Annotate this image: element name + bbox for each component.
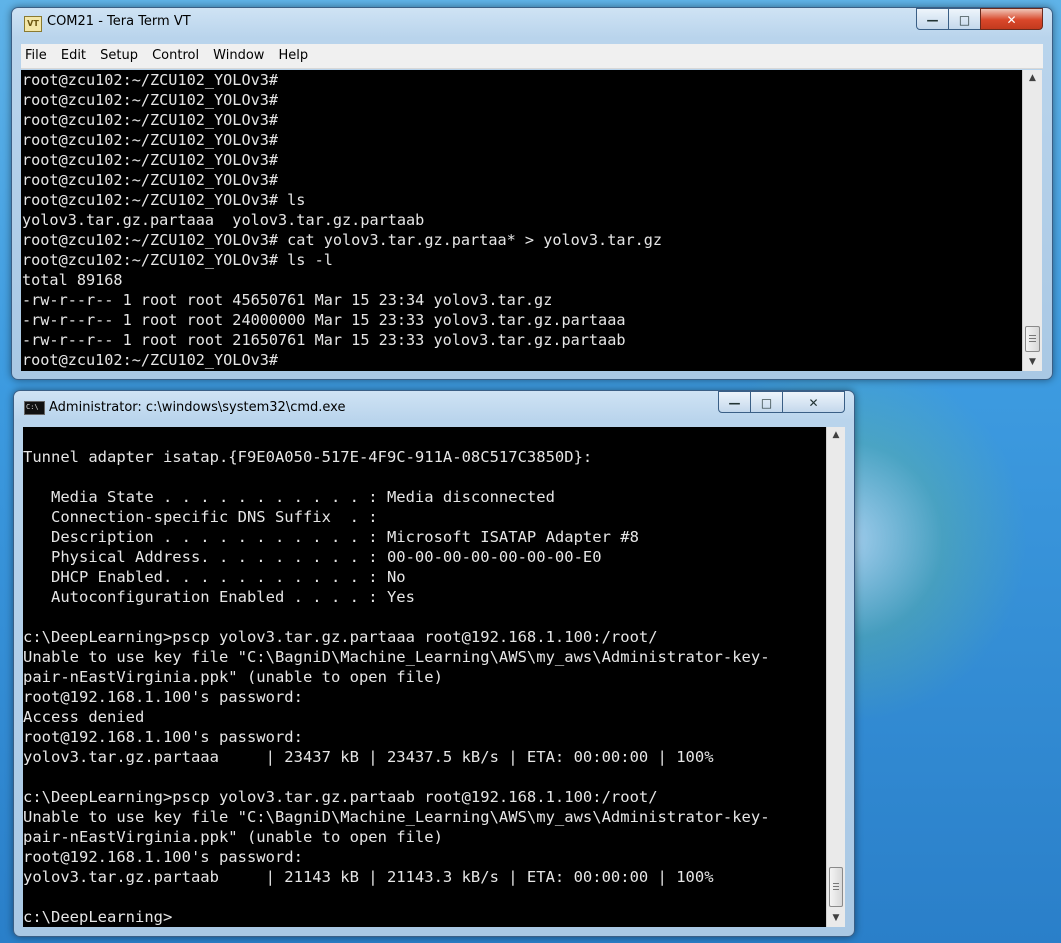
terminal-line: root@zcu102:~/ZCU102_YOLOv3# (22, 131, 279, 149)
cmd-app-icon: C:\ (24, 401, 45, 415)
menu-file[interactable]: File (21, 44, 51, 63)
console-line: Physical Address. . . . . . . . . : 00-0… (23, 548, 602, 566)
console-line: c:\DeepLearning>pscp yolov3.tar.gz.parta… (23, 628, 658, 646)
cmd-maximize-button[interactable]: □ (750, 391, 783, 413)
tera-term-icon-label: VT (27, 19, 39, 28)
terminal-line: root@zcu102:~/ZCU102_YOLOv3# ls -l (22, 251, 333, 269)
maximize-icon: □ (760, 396, 773, 410)
cmd-scrollbar[interactable]: ▲ ▼ (826, 427, 845, 927)
scroll-up-arrow-icon[interactable]: ▲ (1023, 70, 1042, 87)
minimize-icon: — (728, 396, 741, 410)
menu-help[interactable]: Help (275, 44, 313, 63)
console-line: Tunnel adapter isatap.{F9E0A050-517E-4F9… (23, 448, 593, 466)
tera-term-scrollbar[interactable]: ▲ ▼ (1022, 70, 1042, 371)
console-line: Autoconfiguration Enabled . . . . : Yes (23, 588, 415, 606)
scroll-down-arrow-icon[interactable]: ▼ (1023, 354, 1042, 371)
console-line: pair-nEastVirginia.ppk" (unable to open … (23, 668, 443, 686)
tera-term-terminal[interactable]: root@zcu102:~/ZCU102_YOLOv3# root@zcu102:… (21, 70, 1023, 371)
tera-term-close-button[interactable]: ✕ (980, 8, 1043, 30)
console-line: c:\DeepLearning> (23, 908, 173, 926)
menu-edit[interactable]: Edit (57, 44, 90, 63)
cmd-icon-label: C:\ (26, 403, 39, 411)
console-line: yolov3.tar.gz.partaab | 21143 kB | 21143… (23, 868, 714, 886)
tera-term-menubar: File Edit Setup Control Window Help (21, 44, 1043, 69)
console-line: root@192.168.1.100's password: (23, 688, 303, 706)
cmd-title: Administrator: c:\windows\system32\cmd.e… (49, 400, 346, 415)
tera-term-window[interactable]: VT COM21 - Tera Term VT — □ ✕ File Edit … (11, 7, 1053, 380)
terminal-line: -rw-r--r-- 1 root root 24000000 Mar 15 2… (22, 311, 626, 329)
scrollbar-thumb[interactable] (829, 867, 843, 907)
maximize-icon: □ (958, 13, 971, 27)
tera-term-titlebar[interactable]: VT COM21 - Tera Term VT — □ ✕ (12, 8, 1052, 38)
console-line: Description . . . . . . . . . . . : Micr… (23, 528, 639, 546)
scrollbar-thumb[interactable] (1025, 326, 1040, 352)
terminal-line: -rw-r--r-- 1 root root 45650761 Mar 15 2… (22, 291, 553, 309)
terminal-line: root@zcu102:~/ZCU102_YOLOv3# (22, 71, 279, 89)
console-line: Unable to use key file "C:\BagniD\Machin… (23, 808, 770, 826)
scroll-down-arrow-icon[interactable]: ▼ (827, 910, 845, 927)
tera-term-title: COM21 - Tera Term VT (47, 14, 191, 29)
scroll-up-arrow-icon[interactable]: ▲ (827, 427, 845, 444)
terminal-line: yolov3.tar.gz.partaaa yolov3.tar.gz.part… (22, 211, 425, 229)
tera-term-maximize-button[interactable]: □ (948, 8, 981, 30)
terminal-line: root@zcu102:~/ZCU102_YOLOv3# (22, 91, 279, 109)
terminal-line: root@zcu102:~/ZCU102_YOLOv3# (22, 111, 279, 129)
terminal-line: root@zcu102:~/ZCU102_YOLOv3# cat yolov3.… (22, 231, 663, 249)
terminal-line: total 89168 (22, 271, 123, 289)
console-line: pair-nEastVirginia.ppk" (unable to open … (23, 828, 443, 846)
close-icon: ✕ (1006, 13, 1017, 27)
console-line: Media State . . . . . . . . . . . : Medi… (23, 488, 555, 506)
console-line: c:\DeepLearning>pscp yolov3.tar.gz.parta… (23, 788, 658, 806)
console-line: DHCP Enabled. . . . . . . . . . . : No (23, 568, 406, 586)
minimize-icon: — (926, 13, 939, 27)
cmd-window[interactable]: C:\ Administrator: c:\windows\system32\c… (13, 390, 855, 937)
cmd-titlebar[interactable]: C:\ Administrator: c:\windows\system32\c… (14, 391, 854, 421)
terminal-line: -rw-r--r-- 1 root root 21650761 Mar 15 2… (22, 331, 626, 349)
tera-term-minimize-button[interactable]: — (916, 8, 949, 30)
cmd-minimize-button[interactable]: — (718, 391, 751, 413)
terminal-line: root@zcu102:~/ZCU102_YOLOv3# (22, 151, 279, 169)
menu-window[interactable]: Window (209, 44, 268, 63)
console-line: root@192.168.1.100's password: (23, 848, 303, 866)
menu-setup[interactable]: Setup (96, 44, 142, 63)
menu-control[interactable]: Control (148, 44, 203, 63)
cmd-close-button[interactable]: ✕ (782, 391, 845, 413)
console-line: Access denied (23, 708, 145, 726)
console-line: yolov3.tar.gz.partaaa | 23437 kB | 23437… (23, 748, 714, 766)
console-line: Unable to use key file "C:\BagniD\Machin… (23, 648, 770, 666)
terminal-line: root@zcu102:~/ZCU102_YOLOv3# (22, 171, 279, 189)
terminal-line: root@zcu102:~/ZCU102_YOLOv3# (22, 351, 279, 369)
console-line: Connection-specific DNS Suffix . : (23, 508, 378, 526)
tera-term-app-icon: VT (24, 16, 42, 32)
console-line: root@192.168.1.100's password: (23, 728, 303, 746)
cmd-console[interactable]: Tunnel adapter isatap.{F9E0A050-517E-4F9… (23, 427, 826, 927)
close-icon: ✕ (808, 396, 819, 410)
terminal-line: root@zcu102:~/ZCU102_YOLOv3# ls (22, 191, 306, 209)
